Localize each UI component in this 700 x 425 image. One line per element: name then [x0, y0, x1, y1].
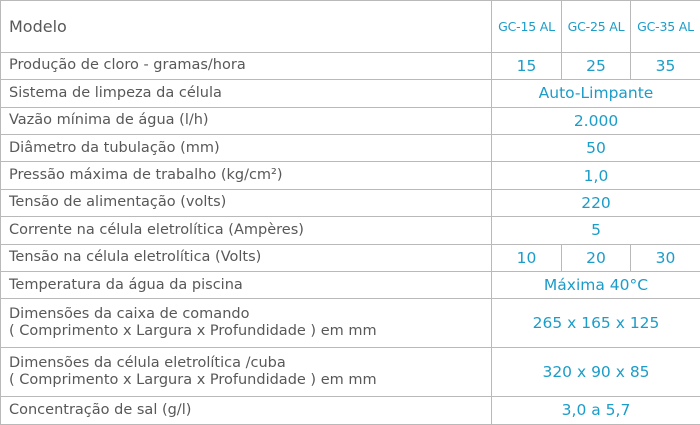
row-label: Produção de cloro - gramas/hora	[0, 51, 492, 81]
row-label: Dimensões da caixa de comando ( Comprime…	[0, 298, 492, 348]
row-value: 10	[491, 243, 562, 273]
row-value: 35	[630, 51, 700, 81]
model-gc35: GC-35 AL	[630, 0, 700, 53]
table-row: Dimensões da célula eletrolítica /cuba (…	[0, 346, 700, 397]
row-value: 5	[491, 216, 700, 245]
row-value: Auto-Limpante	[491, 79, 700, 108]
table-row: Produção de cloro - gramas/hora 15 25 35	[0, 51, 700, 81]
row-value: Máxima 40°C	[491, 271, 700, 300]
model-gc15: GC-15 AL	[491, 0, 562, 53]
table-row: Pressão máxima de trabalho (kg/cm²) 1,0	[0, 161, 700, 190]
row-label-line: ( Comprimento x Largura x Profundidade )…	[9, 323, 377, 340]
table-row: Dimensões da caixa de comando ( Comprime…	[0, 298, 700, 348]
row-label: Pressão máxima de trabalho (kg/cm²)	[0, 161, 492, 190]
row-value: 320 x 90 x 85	[491, 346, 700, 397]
row-label: Sistema de limpeza da célula	[0, 79, 492, 108]
row-label: Dimensões da célula eletrolítica /cuba (…	[0, 346, 492, 397]
row-value: 3,0 a 5,7	[491, 395, 700, 425]
table-row: Tensão na célula eletrolítica (Volts) 10…	[0, 243, 700, 273]
row-value: 15	[491, 51, 562, 81]
row-label: Tensão na célula eletrolítica (Volts)	[0, 243, 492, 273]
row-value: 1,0	[491, 161, 700, 190]
row-label: Vazão mínima de água (l/h)	[0, 106, 492, 135]
row-label: Corrente na célula eletrolítica (Ampères…	[0, 216, 492, 245]
row-value: 265 x 165 x 125	[491, 298, 700, 348]
header-row: Modelo GC-15 AL GC-25 AL GC-35 AL	[0, 0, 700, 53]
row-value: 220	[491, 188, 700, 218]
table-row: Diâmetro da tubulação (mm) 50	[0, 133, 700, 163]
model-label: Modelo	[0, 0, 492, 53]
table-row: Corrente na célula eletrolítica (Ampères…	[0, 216, 700, 245]
row-label-line: ( Comprimento x Largura x Profundidade )…	[9, 371, 377, 388]
row-label-line: Dimensões da caixa de comando	[9, 306, 250, 323]
row-label-line: Dimensões da célula eletrolítica /cuba	[9, 354, 286, 371]
row-value: 50	[491, 133, 700, 163]
table-row: Tensão de alimentação (volts) 220	[0, 188, 700, 218]
row-value: 20	[561, 243, 631, 273]
row-value: 30	[630, 243, 700, 273]
row-label: Tensão de alimentação (volts)	[0, 188, 492, 218]
table-row: Sistema de limpeza da célula Auto-Limpan…	[0, 79, 700, 108]
table-row: Concentração de sal (g/l) 3,0 a 5,7	[0, 395, 700, 425]
row-label: Diâmetro da tubulação (mm)	[0, 133, 492, 163]
model-gc25: GC-25 AL	[561, 0, 631, 53]
row-label: Temperatura da água da piscina	[0, 271, 492, 300]
row-value: 2.000	[491, 106, 700, 135]
row-value: 25	[561, 51, 631, 81]
specifications-table: Modelo GC-15 AL GC-25 AL GC-35 AL Produç…	[0, 0, 700, 425]
row-label: Concentração de sal (g/l)	[0, 395, 492, 425]
table-row: Temperatura da água da piscina Máxima 40…	[0, 271, 700, 300]
table-row: Vazão mínima de água (l/h) 2.000	[0, 106, 700, 135]
